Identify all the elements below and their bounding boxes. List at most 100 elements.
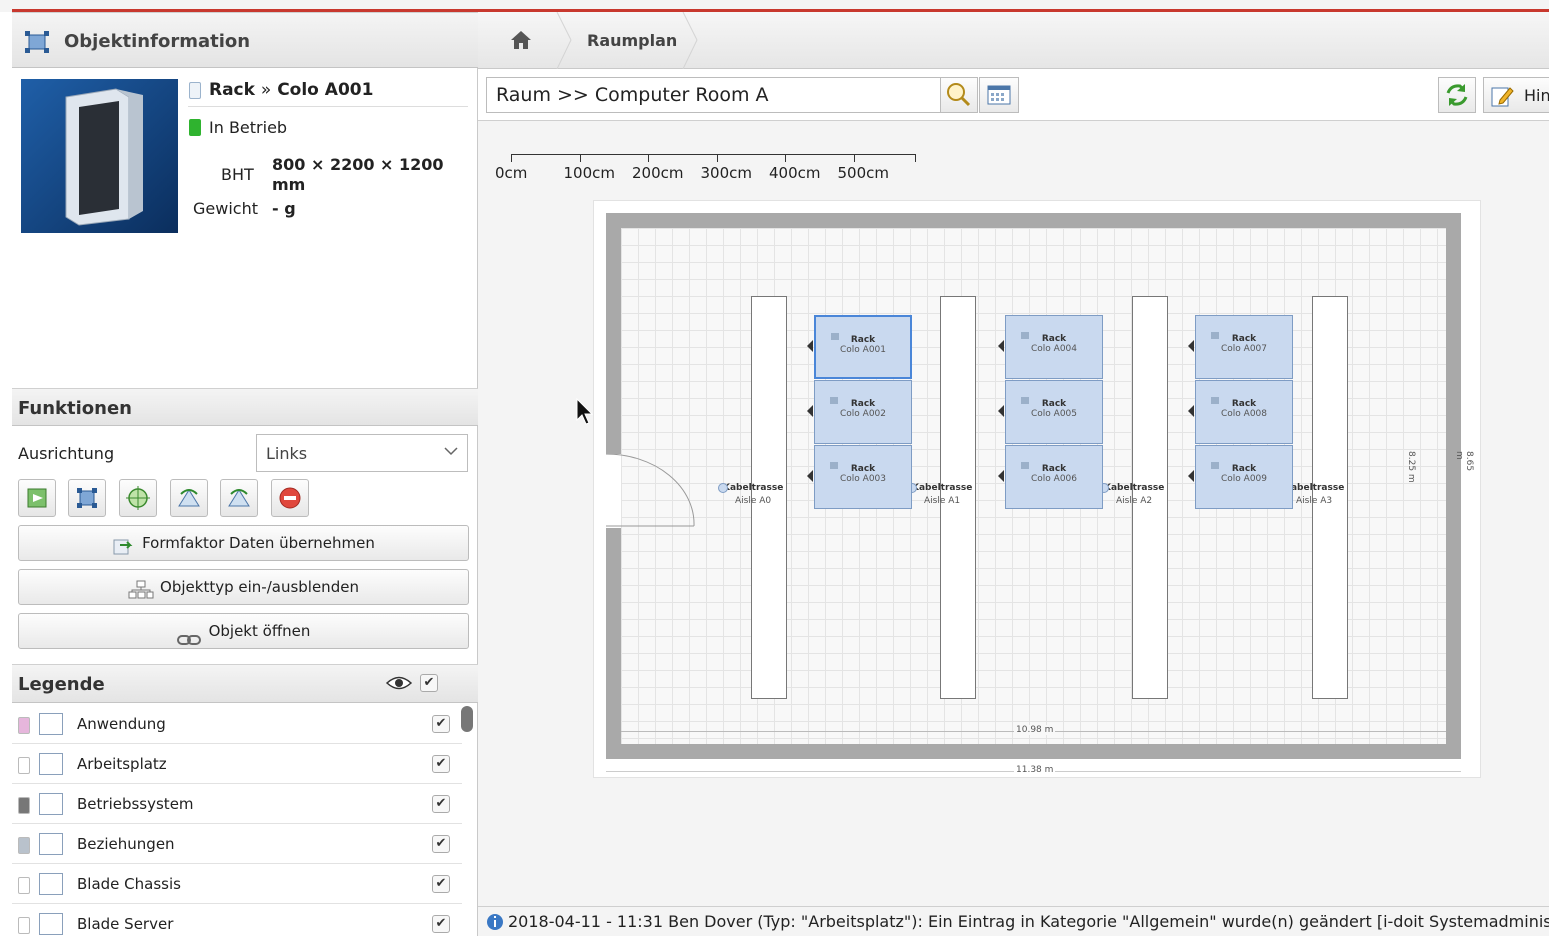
legend-row[interactable]: Anwendung ✔ — [12, 704, 462, 744]
home-button[interactable] — [478, 12, 560, 69]
hint-button[interactable]: Hin — [1483, 77, 1549, 113]
legend-row[interactable]: Beziehungen ✔ — [12, 824, 462, 864]
bht-label: BHT — [221, 165, 254, 184]
scale-label: 200cm — [632, 164, 684, 182]
title-divider — [188, 106, 468, 107]
rack-icon — [1021, 462, 1029, 469]
rack-orientation-icon — [998, 470, 1004, 482]
insert-arrow-icon — [27, 488, 47, 508]
legend-item-checkbox[interactable]: ✔ — [432, 915, 450, 933]
rack-2[interactable]: Rack Colo A002 — [814, 380, 912, 444]
status-indicator — [189, 119, 201, 136]
cable-tray-label: Kabeltrasse Aisle A1 — [912, 482, 972, 508]
legend-color-swatch — [18, 837, 30, 854]
rotate-right-button[interactable] — [220, 479, 258, 517]
cable-tray-type: Kabeltrasse — [912, 483, 973, 493]
legend-row[interactable]: Arbeitsplatz ✔ — [12, 744, 462, 784]
rack-3[interactable]: Rack Colo A003 — [814, 445, 912, 509]
rack-icon — [831, 333, 839, 340]
rack-4[interactable]: Rack Colo A004 — [1005, 315, 1103, 379]
formfactor-apply-label: Formfaktor Daten übernehmen — [142, 534, 375, 552]
legend-item-checkbox[interactable]: ✔ — [432, 875, 450, 893]
open-object-button[interactable]: Objekt öffnen — [18, 613, 469, 649]
scale-label: 500cm — [837, 164, 890, 182]
rack-name: Colo A006 — [1031, 474, 1077, 484]
rack-1[interactable]: Rack Colo A001 — [814, 315, 912, 379]
rack-icon — [830, 397, 838, 404]
remove-button[interactable] — [271, 479, 309, 517]
rack-9[interactable]: Rack Colo A009 — [1195, 445, 1293, 509]
legend-row[interactable]: Blade Chassis ✔ — [12, 864, 462, 904]
rack-8[interactable]: Rack Colo A008 — [1195, 380, 1293, 444]
rack-name: Colo A008 — [1221, 409, 1267, 419]
functions-header: Funktionen — [12, 388, 478, 426]
left-panel: Objektinformation Rack » Colo A001 In Be… — [12, 12, 478, 936]
rack-type-icon — [189, 82, 201, 99]
scale-label: 400cm — [769, 164, 821, 182]
outer-width-label: 11.38 m — [1014, 765, 1056, 775]
object-title-separator: » — [260, 80, 272, 100]
rotate-left-button[interactable] — [170, 479, 208, 517]
search-button[interactable] — [940, 77, 978, 113]
legend-item-checkbox[interactable]: ✔ — [432, 795, 450, 813]
legend-item-label: Beziehungen — [77, 835, 175, 853]
cable-tray-type: Kabeltrasse — [1104, 483, 1165, 493]
refresh-button[interactable] — [1438, 77, 1476, 113]
legend-row[interactable]: Betriebssystem ✔ — [12, 784, 462, 824]
room-search-input[interactable]: Raum >> Computer Room A — [486, 77, 941, 113]
legend-color-swatch — [18, 877, 30, 894]
formfactor-icon — [112, 534, 134, 554]
legend-item-checkbox[interactable]: ✔ — [432, 715, 450, 733]
cable-tray-name: Aisle A1 — [924, 496, 961, 506]
refresh-icon — [1446, 84, 1468, 106]
status-bar: 2018-04-11 - 11:31 Ben Dover (Typ: "Arbe… — [478, 906, 1549, 936]
bht-value: 800 × 2200 × 1200 mm — [272, 155, 444, 194]
eye-icon[interactable] — [385, 674, 413, 692]
rack-name: Colo A003 — [840, 474, 886, 484]
legend-item-checkbox[interactable]: ✔ — [432, 835, 450, 853]
edit-icon — [1490, 84, 1514, 108]
chevron-down-icon — [443, 443, 459, 459]
legend-toggle-all-checkbox[interactable]: ✔ — [420, 674, 438, 692]
calendar-button[interactable] — [979, 77, 1019, 113]
room-search-value: Raum >> Computer Room A — [496, 84, 769, 106]
select-object-icon — [77, 488, 97, 508]
toggle-object-type-button[interactable]: Objekttyp ein-/ausblenden — [18, 569, 469, 605]
legend-color-swatch — [18, 917, 30, 934]
rack-name: Colo A009 — [1221, 474, 1267, 484]
cable-tray-label: Kabeltrasse Aisle A2 — [1104, 482, 1164, 508]
rack-5[interactable]: Rack Colo A005 — [1005, 380, 1103, 444]
center-button[interactable] — [119, 479, 157, 517]
legend-header: Legende ✔ — [12, 664, 478, 703]
weight-value: - g — [272, 199, 296, 218]
scale-line — [511, 154, 916, 155]
cable-tray-name: Aisle A2 — [1116, 496, 1153, 506]
rack-orientation-icon — [998, 405, 1004, 417]
formfactor-apply-button[interactable]: Formfaktor Daten übernehmen — [18, 525, 469, 561]
select-object-button[interactable] — [68, 479, 106, 517]
main-panel: Raumplan Raum >> Computer Room A Hin 0cm… — [478, 12, 1549, 936]
legend-item-checkbox[interactable]: ✔ — [432, 755, 450, 773]
alignment-select-value: Links — [266, 444, 308, 463]
cable-tray-name: Aisle A3 — [1296, 496, 1333, 506]
legend-row[interactable]: Blade Server ✔ — [12, 904, 462, 936]
legend-scrollbar[interactable] — [461, 706, 473, 732]
insert-button[interactable] — [18, 479, 56, 517]
rack-icon — [1211, 332, 1219, 339]
search-icon — [947, 83, 971, 107]
rotate-right-icon — [228, 489, 250, 507]
info-icon — [486, 913, 504, 931]
rack-6[interactable]: Rack Colo A006 — [1005, 445, 1103, 509]
alignment-select[interactable]: Links — [256, 434, 468, 472]
rack-icon — [1211, 397, 1219, 404]
cable-tray-type: Kabeltrasse — [1284, 483, 1345, 493]
scale-tick — [716, 154, 718, 162]
scale-label: 100cm — [563, 164, 616, 182]
calendar-icon — [987, 85, 1011, 105]
scale-tick — [579, 154, 581, 162]
breadcrumb-raumplan[interactable]: Raumplan — [587, 31, 677, 50]
cable-tray-label: Kabeltrasse Aisle A0 — [723, 482, 783, 508]
rack-7[interactable]: Rack Colo A007 — [1195, 315, 1293, 379]
object-info-icon — [24, 30, 50, 54]
legend-color-swatch — [18, 757, 30, 774]
